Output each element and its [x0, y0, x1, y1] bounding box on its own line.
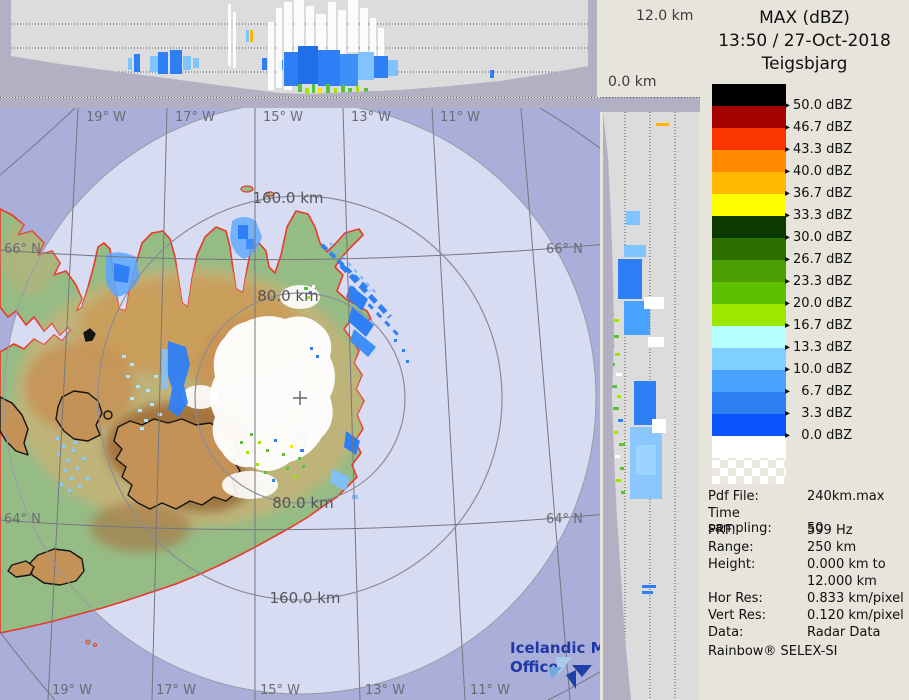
product-title: MAX (dBZ) [700, 8, 909, 28]
radar-display-window: 12.0 km 0.0 km [0, 0, 909, 700]
scale-label: ▸46.7 dBZ [785, 120, 852, 135]
metadata-row: 12.000 km [708, 574, 906, 589]
imo-logo-line1: Icelandic Met [510, 639, 608, 657]
scale-tick-arrow: ▸ [785, 386, 790, 397]
ring-label-80-bottom: 80.0 km [272, 494, 333, 512]
lon-label-top: 13° W [351, 110, 391, 125]
lon-label-top: 17° W [175, 110, 215, 125]
metadata-row: Range:250 km [708, 540, 906, 555]
metadata-row: Data:Radar Data [708, 625, 906, 640]
scale-band [712, 84, 786, 106]
scale-label: ▸16.7 dBZ [785, 318, 852, 333]
height-axis-max-label: 12.0 km [636, 8, 693, 24]
product-datetime: 13:50 / 27-Oct-2018 [700, 31, 909, 51]
ring-label-160-bottom: 160.0 km [269, 589, 340, 607]
scale-label: ▸13.3 dBZ [785, 340, 852, 355]
scale-band [712, 282, 786, 304]
lat-label-left: 64° N [4, 512, 41, 527]
station-name: Teigsbjarg [700, 54, 909, 74]
scale-band [712, 216, 786, 238]
lon-label-bottom: 17° W [156, 683, 196, 698]
scale-transparent-band [712, 458, 786, 484]
radar-map[interactable]: 19° W 17° W 15° W 13° W 11° W 19° W 17° … [0, 97, 608, 700]
scale-label: ▸10.0 dBZ [785, 362, 852, 377]
scale-band [712, 436, 786, 458]
side-panel-top-margin [600, 97, 700, 112]
scale-tick-arrow: ▸ [785, 188, 790, 199]
lon-label-bottom: 11° W [470, 683, 510, 698]
scale-label: ▸ 6.7 dBZ [785, 384, 852, 399]
scale-band [712, 194, 786, 216]
scale-band [712, 150, 786, 172]
lon-label-bottom: 13° W [365, 683, 405, 698]
scale-band [712, 304, 786, 326]
top-panel-left-margin [0, 0, 11, 97]
metadata-row: PRF:599 Hz [708, 523, 906, 538]
scale-band [712, 370, 786, 392]
scale-band [712, 392, 786, 414]
metadata-row: Height:0.000 km to [708, 557, 906, 572]
scale-tick-arrow: ▸ [785, 166, 790, 177]
scale-label: ▸26.7 dBZ [785, 252, 852, 267]
scale-tick-arrow: ▸ [785, 364, 790, 375]
lon-label-top: 19° W [86, 110, 126, 125]
lon-label-top: 11° W [440, 110, 480, 125]
ring-label-80-top: 80.0 km [257, 287, 318, 305]
scale-tick-arrow: ▸ [785, 298, 790, 309]
scale-label: ▸33.3 dBZ [785, 208, 852, 223]
scale-band [712, 326, 786, 348]
height-axis-corner: 12.0 km 0.0 km [597, 0, 700, 97]
scale-label: ▸30.0 dBZ [785, 230, 852, 245]
scale-label: ▸50.0 dBZ [785, 98, 852, 113]
lat-label-right: 64° N [546, 512, 583, 527]
ring-label-160-top: 160.0 km [252, 189, 323, 207]
legend-panel: MAX (dBZ) 13:50 / 27-Oct-2018 Teigsbjarg [700, 0, 909, 700]
scale-band [712, 238, 786, 260]
scale-tick-arrow: ▸ [785, 232, 790, 243]
scale-label: ▸ 0.0 dBZ [785, 428, 852, 443]
scale-tick-arrow: ▸ [785, 320, 790, 331]
scale-label: ▸ 3.3 dBZ [785, 406, 852, 421]
scale-band [712, 106, 786, 128]
scale-tick-arrow: ▸ [785, 210, 790, 221]
scale-label: ▸43.3 dBZ [785, 142, 852, 157]
scale-tick-arrow: ▸ [785, 276, 790, 287]
scale-band [712, 172, 786, 194]
color-scale [712, 84, 786, 484]
lat-label-right: 66° N [546, 242, 583, 257]
lat-label-left: 66° N [4, 242, 41, 257]
scale-band [712, 348, 786, 370]
scale-tick-arrow: ▸ [785, 430, 790, 441]
metadata-row: Vert Res:0.120 km/pixel [708, 608, 906, 623]
scale-tick-arrow: ▸ [785, 342, 790, 353]
metadata-row: Pdf File:240km.max [708, 489, 906, 504]
metadata-row: Hor Res:0.833 km/pixel [708, 591, 906, 606]
scale-tick-arrow: ▸ [785, 122, 790, 133]
map-top-margin [0, 98, 608, 108]
scale-tick-arrow: ▸ [785, 254, 790, 265]
scale-tick-arrow: ▸ [785, 144, 790, 155]
scale-band [712, 414, 786, 436]
lon-label-bottom: 15° W [260, 683, 300, 698]
scale-tick-arrow: ▸ [785, 100, 790, 111]
scale-label: ▸23.3 dBZ [785, 274, 852, 289]
scale-band [712, 260, 786, 282]
scale-tick-arrow: ▸ [785, 408, 790, 419]
scale-label: ▸36.7 dBZ [785, 186, 852, 201]
lon-label-top: 15° W [263, 110, 303, 125]
lon-label-bottom: 19° W [52, 683, 92, 698]
top-panel-right-margin [588, 0, 597, 97]
scale-band [712, 128, 786, 150]
software-brand: Rainbow® SELEX-SI [708, 644, 838, 659]
top-cross-section-panel[interactable] [0, 0, 597, 97]
side-cross-section-panel[interactable] [600, 97, 700, 700]
scale-label: ▸20.0 dBZ [785, 296, 852, 311]
scale-label: ▸40.0 dBZ [785, 164, 852, 179]
height-axis-min-label: 0.0 km [608, 74, 656, 90]
